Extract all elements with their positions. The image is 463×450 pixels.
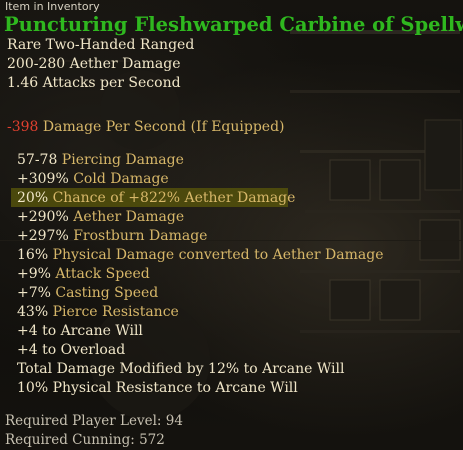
stat-value: +309% — [17, 171, 69, 187]
stat-value: 20% — [17, 190, 49, 206]
stat-label: Frostburn Damage — [68, 228, 208, 244]
required-cunning: Required Cunning: 572 — [5, 431, 165, 450]
stat-value: 57-78 — [17, 152, 58, 168]
stat-line: 10% Physical Resistance to Arcane Will — [17, 379, 298, 398]
required-cunning-label: Required Cunning: — [5, 432, 140, 448]
attack-speed: 1.46 Attacks per Second — [7, 75, 181, 91]
stat-label: Attack Speed — [50, 266, 150, 282]
stat-value: +7% — [17, 285, 51, 301]
stat-value: 16% — [17, 247, 49, 263]
stat-line: 20% Chance of +822% Aether Damage — [17, 189, 295, 208]
stat-value: +290% — [17, 209, 69, 225]
stat-line: +7% Casting Speed — [17, 284, 158, 303]
item-type: Rare Two-Handed Ranged — [7, 37, 195, 53]
stat-line: +9% Attack Speed — [17, 265, 150, 284]
stat-line: +309% Cold Damage — [17, 170, 169, 189]
required-level-label: Required Player Level: — [5, 413, 166, 429]
stat-line: 57-78 Piercing Damage — [17, 151, 184, 170]
stat-value: +9% — [17, 266, 51, 282]
stat-label: Cold Damage — [68, 171, 169, 187]
base-damage: 200-280 Aether Damage — [7, 56, 181, 72]
stat-line: +4 to Arcane Will — [17, 322, 143, 341]
stat-label: Aether Damage — [68, 209, 185, 225]
stat-label: Physical Damage converted to Aether Dama… — [48, 247, 384, 263]
required-cunning-value: 572 — [139, 432, 165, 448]
stat-value: Total Damage Modified by 12% to Arcane W… — [17, 361, 345, 377]
stat-line: +290% Aether Damage — [17, 208, 184, 227]
item-name: Puncturing Fleshwarped Carbine of Spellw… — [4, 13, 463, 36]
dps-label: Damage Per Second (If Equipped) — [38, 119, 285, 135]
stat-label: Piercing Damage — [57, 152, 184, 168]
required-level-value: 94 — [165, 413, 183, 429]
stat-value: +4 to Overload — [17, 342, 126, 358]
dps-line: -398 Damage Per Second (If Equipped) — [7, 118, 285, 137]
stat-line: 16% Physical Damage converted to Aether … — [17, 246, 384, 265]
stat-value: 43% — [17, 304, 49, 320]
stat-line: +4 to Overload — [17, 341, 125, 360]
stat-label: Casting Speed — [50, 285, 159, 301]
stat-value: +4 to Arcane Will — [17, 323, 143, 339]
required-level: Required Player Level: 94 — [5, 412, 183, 431]
item-tooltip: Item in Inventory Puncturing Fleshwarped… — [0, 0, 463, 450]
stat-line: +297% Frostburn Damage — [17, 227, 207, 246]
stat-label: Chance of +822% Aether Damage — [48, 190, 296, 206]
stat-value: +297% — [17, 228, 69, 244]
stat-line: 43% Pierce Resistance — [17, 303, 179, 322]
dps-value: -398 — [7, 119, 39, 135]
stat-line: Total Damage Modified by 12% to Arcane W… — [17, 360, 344, 379]
stat-value: 10% Physical Resistance to Arcane Will — [17, 380, 298, 396]
stat-label: Pierce Resistance — [48, 304, 179, 320]
